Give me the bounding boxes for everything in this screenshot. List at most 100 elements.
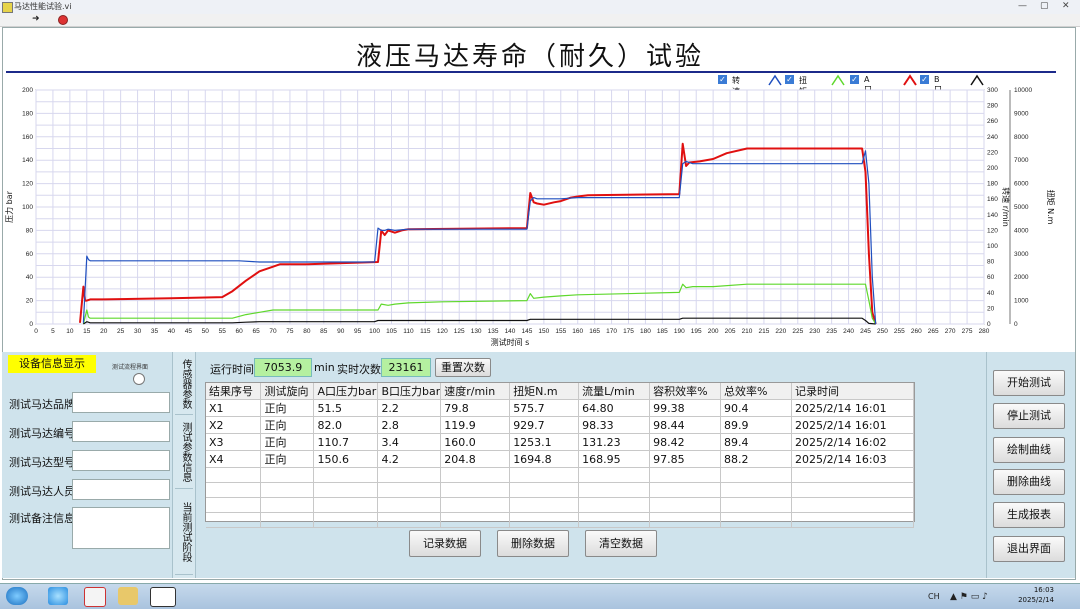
x-tick-label: 15 [83, 328, 91, 335]
run-time-label: 运行时间 [210, 363, 254, 376]
tab-current-stage[interactable]: 当前测试阶段 [175, 490, 193, 575]
y-right1-tick-label: 60 [987, 274, 995, 281]
title-underline [6, 71, 1056, 73]
y-right1-tick-label: 300 [987, 87, 998, 94]
table-row[interactable] [206, 512, 915, 528]
tab-test-params[interactable]: 测试参数信息 [175, 416, 193, 489]
checkbox-icon[interactable]: ✓ [920, 75, 929, 84]
tab-sensor-params[interactable]: 传感器参数 [175, 354, 193, 415]
checkbox-icon[interactable]: ✓ [718, 75, 727, 84]
table-cell [377, 497, 442, 513]
column-header: 总效率% [720, 383, 792, 400]
serial-input[interactable] [72, 421, 170, 442]
clock-time: 16:03 [1033, 586, 1054, 594]
folder-icon[interactable] [118, 587, 138, 605]
x-tick-label: 75 [286, 328, 294, 335]
stop-test-button[interactable]: 停止测试 [993, 403, 1065, 429]
start-icon[interactable] [6, 587, 28, 605]
generate-report-button[interactable]: 生成报表 [993, 502, 1065, 528]
x-tick-label: 105 [386, 328, 397, 335]
page-title: 液压马达寿命（耐久）试验 [355, 42, 704, 72]
table-cell: 2.8 [377, 416, 442, 434]
table-row[interactable]: X4 正向 150.6 4.2 204.8 1694.8 168.95 97.85 88.2 20… [206, 450, 915, 468]
process-screen-radio[interactable] [133, 373, 145, 385]
table-cell: 929.7 [509, 416, 580, 434]
x-tick-label: 230 [809, 328, 820, 335]
table-cell: 98.44 [649, 416, 722, 434]
x-tick-label: 260 [911, 328, 922, 335]
table-row[interactable]: X2 正向 82.0 2.8 119.9 929.7 98.33 98.44 89.9 2025/… [206, 416, 915, 434]
table-cell: 64.80 [578, 399, 651, 417]
y-right1-tick-label: 260 [987, 118, 998, 125]
table-cell: 正向 [260, 433, 315, 451]
checkbox-icon[interactable]: ✓ [850, 75, 859, 84]
start-test-button[interactable]: 开始测试 [993, 370, 1065, 396]
abort-icon[interactable] [58, 15, 68, 25]
results-table[interactable]: 结果序号 测试旋向 A口压力bar B口压力bar 速度r/min 扭矩N.m … [205, 382, 915, 528]
table-row[interactable]: X3 正向 110.7 3.4 160.0 1253.1 131.23 98.42 89.4 20… [206, 433, 915, 451]
table-cell: X2 [206, 416, 262, 434]
table-cell [206, 467, 262, 483]
table-row[interactable] [206, 467, 915, 483]
x-tick-label: 35 [151, 328, 159, 335]
y-right2-tick-label: 10000 [1014, 87, 1032, 94]
table-cell: 2025/2/14 16:03 [791, 450, 915, 468]
y-left-tick-label: 100 [22, 204, 33, 211]
delete-data-button[interactable]: 删除数据 [497, 530, 569, 557]
x-tick-label: 130 [471, 328, 482, 335]
record-data-button[interactable]: 记录数据 [409, 530, 481, 557]
table-row[interactable]: X1 正向 51.5 2.2 79.8 575.7 64.80 99.38 90.4 2025/2… [206, 399, 915, 417]
table-cell [206, 512, 262, 528]
table-row[interactable] [206, 482, 915, 498]
table-cell: 89.4 [720, 433, 792, 451]
x-tick-label: 175 [623, 328, 634, 335]
delete-curve-button[interactable]: 删除曲线 [993, 469, 1065, 495]
table-cell [440, 512, 511, 528]
table-cell: 正向 [260, 416, 315, 434]
calendar-icon[interactable] [84, 587, 106, 607]
close-icon[interactable]: ✕ [1062, 1, 1070, 11]
run-time-unit: min [314, 361, 335, 374]
run-arrow-icon[interactable]: ➜ [32, 14, 40, 24]
x-tick-label: 255 [894, 328, 905, 335]
taskbar-clock[interactable]: 16:03 2025/2/14 [1018, 585, 1054, 605]
x-tick-label: 235 [826, 328, 837, 335]
exit-button[interactable]: 退出界面 [993, 536, 1065, 562]
y-left-axis-label: 压力 bar [4, 190, 14, 223]
y-right1-tick-label: 180 [987, 181, 998, 188]
system-tray-icons[interactable]: ▲ ⚑ ▭ ♪ [950, 592, 988, 602]
brand-input[interactable] [72, 392, 170, 413]
table-cell: 51.5 [313, 399, 379, 417]
table-cell [509, 467, 580, 483]
line-mark-icon [970, 74, 984, 86]
minimize-icon[interactable]: — [1018, 1, 1027, 11]
browser-icon[interactable] [48, 587, 68, 605]
x-tick-label: 185 [657, 328, 668, 335]
y-left-tick-label: 20 [26, 298, 34, 305]
y-right1-tick-label: 280 [987, 103, 998, 110]
x-tick-label: 200 [708, 328, 719, 335]
x-tick-label: 150 [538, 328, 549, 335]
checkbox-icon[interactable]: ✓ [785, 75, 794, 84]
x-tick-label: 100 [369, 328, 380, 335]
column-header: 测试旋向 [260, 383, 315, 400]
x-tick-label: 240 [843, 328, 854, 335]
x-tick-label: 140 [505, 328, 516, 335]
notes-input[interactable] [72, 507, 170, 549]
draw-curve-button[interactable]: 绘制曲线 [993, 437, 1065, 463]
x-tick-label: 65 [252, 328, 260, 335]
input-method-indicator[interactable]: CH [928, 592, 940, 601]
table-row[interactable] [206, 497, 915, 513]
operator-input[interactable] [72, 479, 170, 500]
labview-icon[interactable] [150, 587, 176, 607]
table-cell: X4 [206, 450, 262, 468]
model-input[interactable] [72, 450, 170, 471]
table-cell [578, 512, 651, 528]
maximize-icon[interactable]: ▢ [1040, 1, 1049, 11]
x-tick-label: 245 [860, 328, 871, 335]
x-tick-label: 225 [792, 328, 803, 335]
x-tick-label: 45 [185, 328, 193, 335]
reset-count-button[interactable]: 重置次数 [435, 358, 491, 377]
performance-chart[interactable]: 0 5 10 15 20 25 30 35 40 45 50 55 60 65 70 75 80 85 90 95 10… [0, 86, 1080, 352]
clear-data-button[interactable]: 清空数据 [585, 530, 657, 557]
